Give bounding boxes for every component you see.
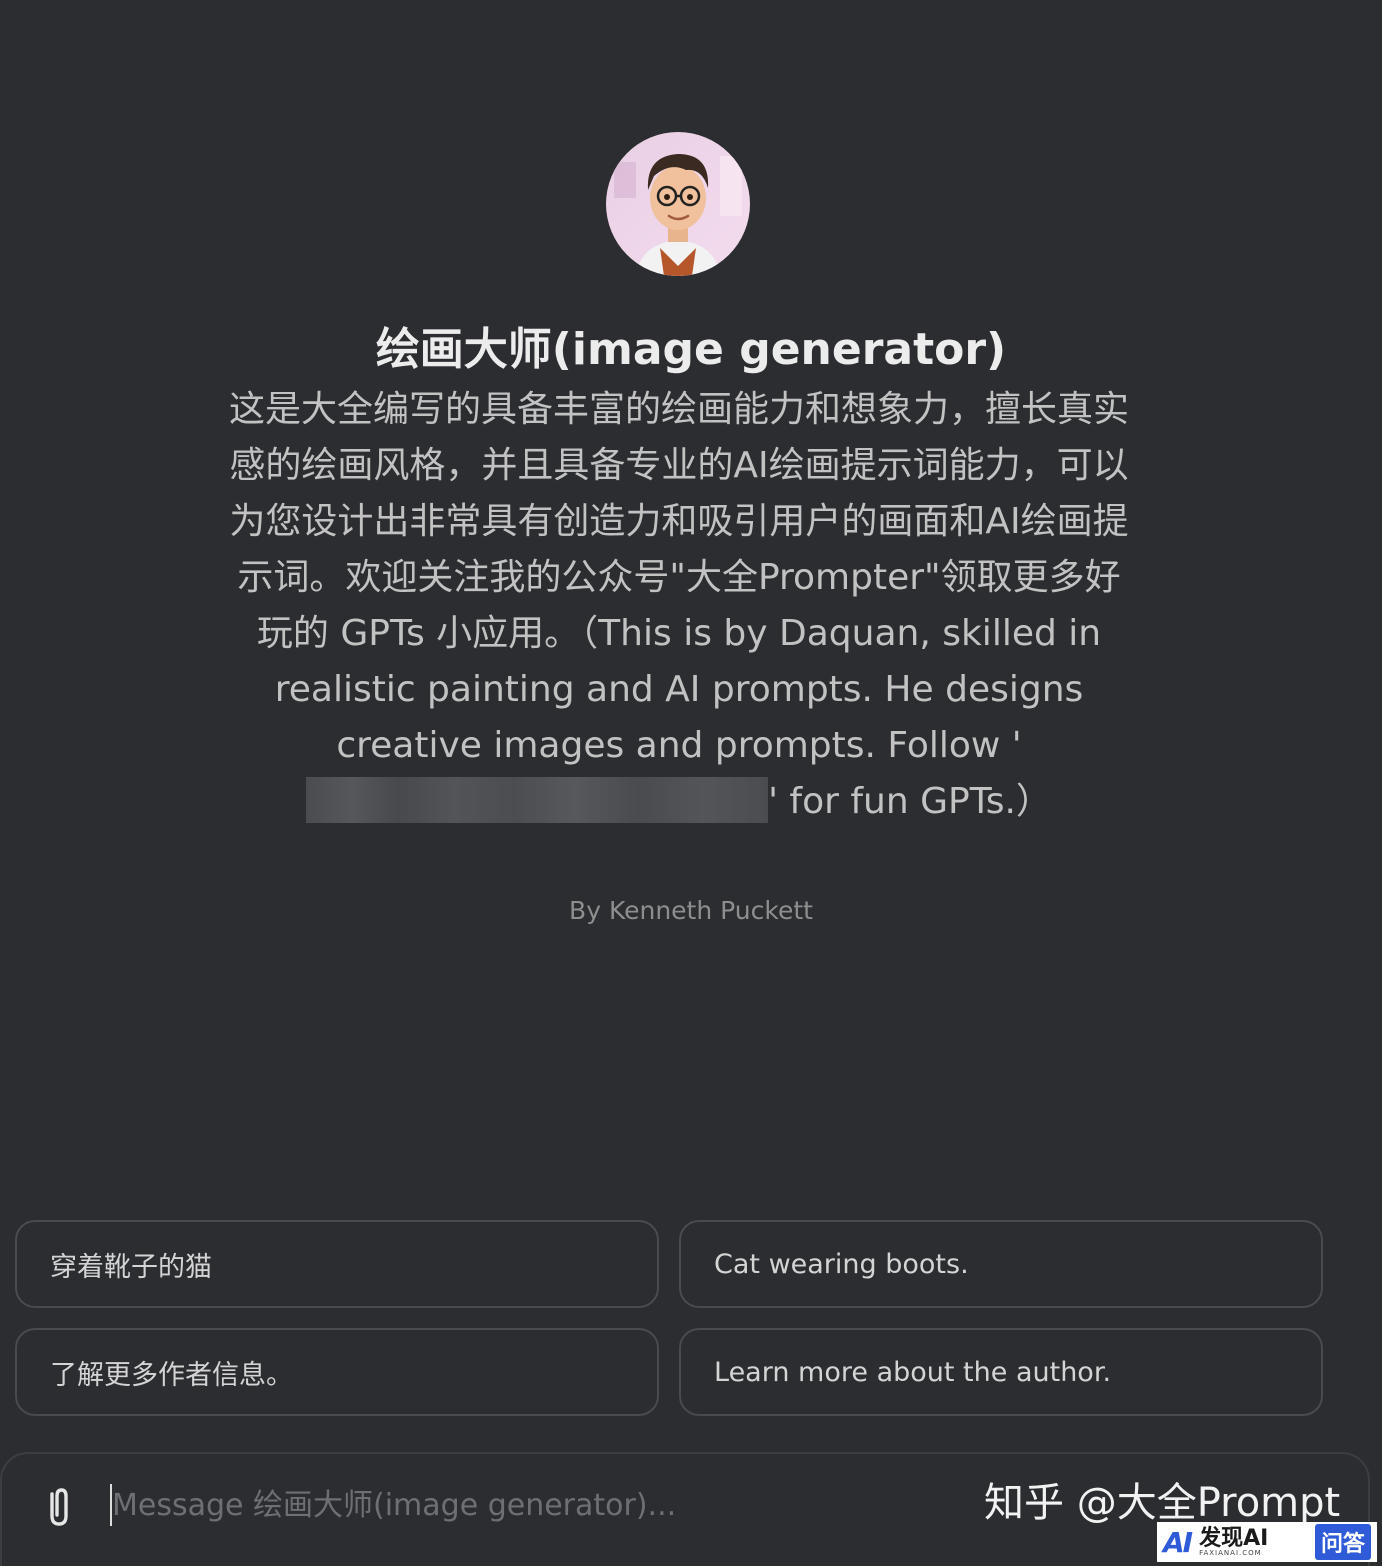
message-input[interactable] — [108, 1480, 972, 1530]
watermark-zhihu: 知乎 @大全Prompt — [984, 1480, 1341, 1526]
portrait-avatar-icon — [606, 132, 750, 276]
prompt-starter-label: Cat wearing boots. — [714, 1248, 969, 1280]
attach-file-button[interactable] — [40, 1484, 78, 1530]
gpt-avatar — [606, 132, 750, 276]
watermark-badge: AI 发现AI FAXIANAI.COM 问答 — [1157, 1522, 1377, 1562]
gpt-author: By Kenneth Puckett — [569, 896, 813, 925]
ai-logo: AI — [1163, 1525, 1193, 1559]
prompt-starter-label: Learn more about the author. — [714, 1356, 1112, 1388]
prompt-starter-button[interactable]: 了解更多作者信息。 — [15, 1328, 659, 1416]
gpt-description: 这是大全编写的具备丰富的绘画能力和想象力，擅长真实感的绘画风格，并且具备专业的A… — [224, 382, 1134, 830]
prompt-starter-label: 了解更多作者信息。 — [50, 1359, 293, 1391]
redacted-text-blur — [306, 777, 769, 823]
prompt-starter-label: 穿着靴子的猫 — [50, 1251, 212, 1283]
description-text-end: ' for fun GPTs.） — [768, 781, 1052, 822]
prompt-starter-button[interactable]: Cat wearing boots. — [679, 1220, 1323, 1308]
badge-tag: 问答 — [1314, 1524, 1371, 1560]
prompt-starter-button[interactable]: 穿着靴子的猫 — [15, 1220, 659, 1308]
gpt-title: 绘画大师(image generator) — [375, 324, 1007, 375]
badge-domain: FAXIANAI.COM — [1199, 1548, 1262, 1557]
description-text: 这是大全编写的具备丰富的绘画能力和想象力，擅长真实感的绘画风格，并且具备专业的A… — [228, 389, 1129, 766]
prompt-starter-button[interactable]: Learn more about the author. — [679, 1328, 1323, 1416]
badge-name: 发现AI — [1199, 1525, 1269, 1551]
paperclip-icon — [50, 1488, 68, 1526]
